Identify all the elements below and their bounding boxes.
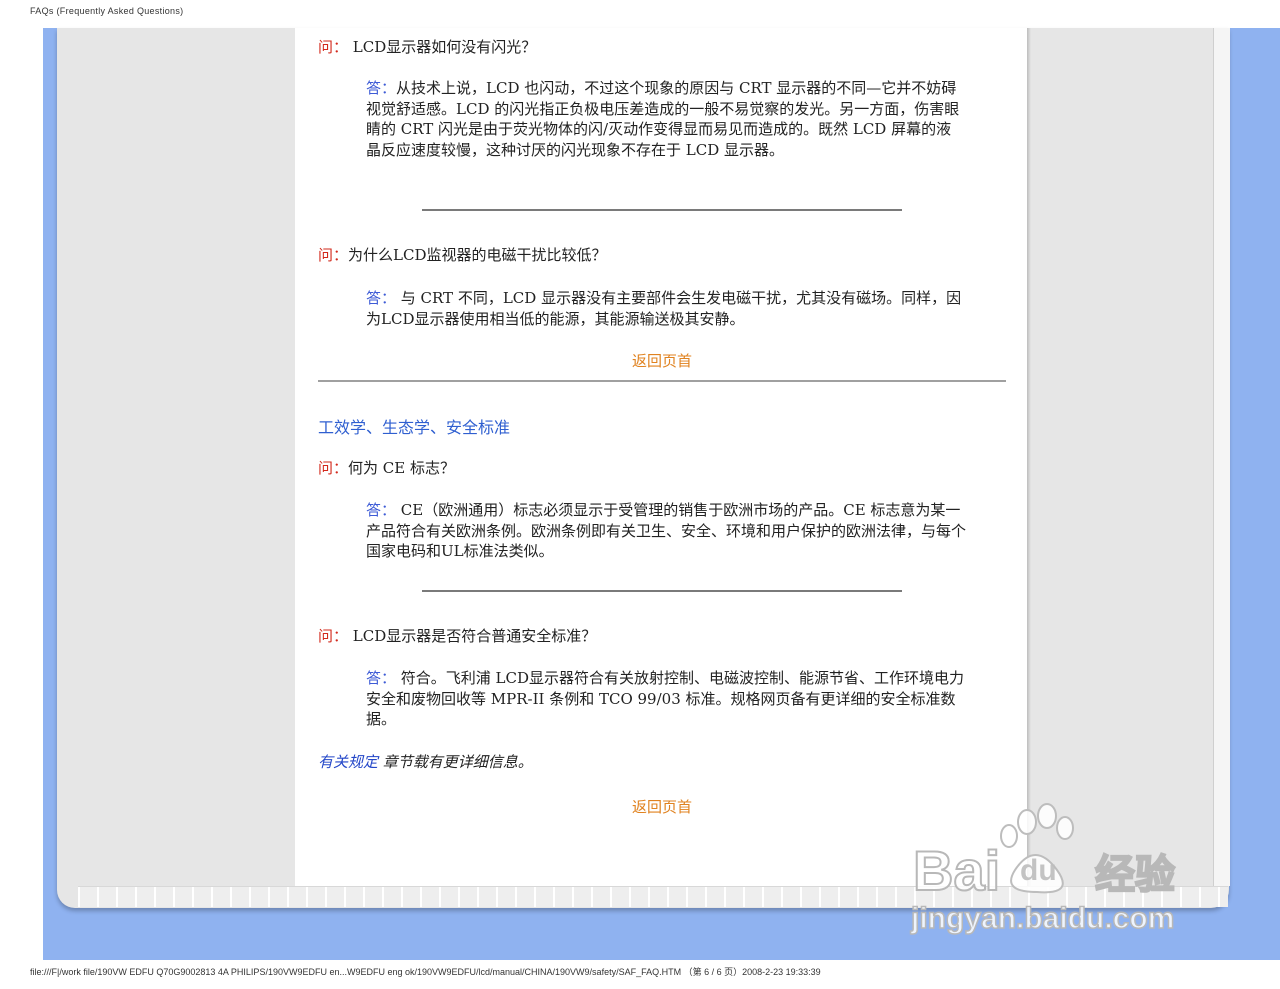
- answer-label: 答：: [366, 289, 397, 307]
- right-strip: [1213, 28, 1230, 886]
- regulatory-link[interactable]: 有关规定: [318, 753, 378, 771]
- divider: [422, 209, 902, 211]
- question-label: 问：: [318, 246, 349, 264]
- watermark-url: jingyan.baidu.com: [910, 902, 1174, 935]
- print-footer: file:///F|/work file/190VW EDFU Q70G9002…: [30, 967, 821, 977]
- answer-label: 答：: [366, 79, 397, 97]
- answer-label: 答：: [366, 669, 397, 687]
- answer-label: 答：: [366, 501, 397, 519]
- answer-text: 与 CRT 不同，LCD 显示器没有主要部件会生发电磁干扰，尤其没有磁场。同样，…: [366, 289, 962, 328]
- print-header: FAQs (Frequently Asked Questions): [30, 6, 184, 16]
- regulatory-note: 有关规定 章节载有更详细信息。: [318, 751, 533, 772]
- answer-text: CE（欧洲通用）标志必须显示于受管理的销售于欧洲市场的产品。CE 标志意为某一产…: [366, 501, 967, 560]
- note-text: 章节载有更详细信息。: [378, 753, 533, 771]
- question-label: 问：: [318, 38, 349, 56]
- back-to-top-link[interactable]: 返回页首: [632, 350, 692, 371]
- question-4: 问： LCD显示器是否符合普通安全标准？: [318, 625, 596, 646]
- question-text: 为什么LCD监视器的电磁干扰比较低？: [348, 246, 607, 264]
- question-text: LCD显示器如何没有闪光？: [348, 38, 537, 56]
- watermark-brand: Bai: [913, 839, 1000, 902]
- answer-3: 答： CE（欧洲通用）标志必须显示于受管理的销售于欧洲市场的产品。CE 标志意为…: [366, 500, 966, 562]
- question-1: 问： LCD显示器如何没有闪光？: [318, 36, 536, 57]
- answer-text: 符合。飞利浦 LCD显示器符合有关放射控制、电磁波控制、能源节省、工作环境电力安…: [366, 669, 965, 728]
- question-label: 问：: [318, 459, 349, 477]
- watermark-du: du: [1020, 854, 1057, 887]
- question-2: 问：为什么LCD监视器的电磁干扰比较低？: [318, 244, 606, 265]
- question-label: 问：: [318, 627, 349, 645]
- answer-4: 答： 符合。飞利浦 LCD显示器符合有关放射控制、电磁波控制、能源节省、工作环境…: [366, 668, 966, 730]
- question-text: LCD显示器是否符合普通安全标准？: [348, 627, 597, 645]
- answer-text: 从技术上说，LCD 也闪动，不过这个现象的原因与 CRT 显示器的不同—它并不妨…: [366, 79, 960, 159]
- watermark-jingyan: 经验: [1095, 852, 1175, 898]
- back-to-top-link[interactable]: 返回页首: [632, 796, 692, 817]
- question-text: 何为 CE 标志？: [348, 459, 455, 477]
- baidu-jingyan-watermark: Bai du 经验 jingyan.baidu.com: [909, 803, 1176, 936]
- section-divider: [318, 380, 1006, 382]
- question-3: 问：何为 CE 标志？: [318, 457, 455, 478]
- divider: [422, 590, 902, 592]
- answer-1: 答：从技术上说，LCD 也闪动，不过这个现象的原因与 CRT 显示器的不同—它并…: [366, 78, 966, 160]
- answer-2: 答： 与 CRT 不同，LCD 显示器没有主要部件会生发电磁干扰，尤其没有磁场。…: [366, 288, 966, 329]
- content-shadow: [1027, 28, 1031, 886]
- section-title: 工效学、生态学、安全标准: [318, 418, 511, 437]
